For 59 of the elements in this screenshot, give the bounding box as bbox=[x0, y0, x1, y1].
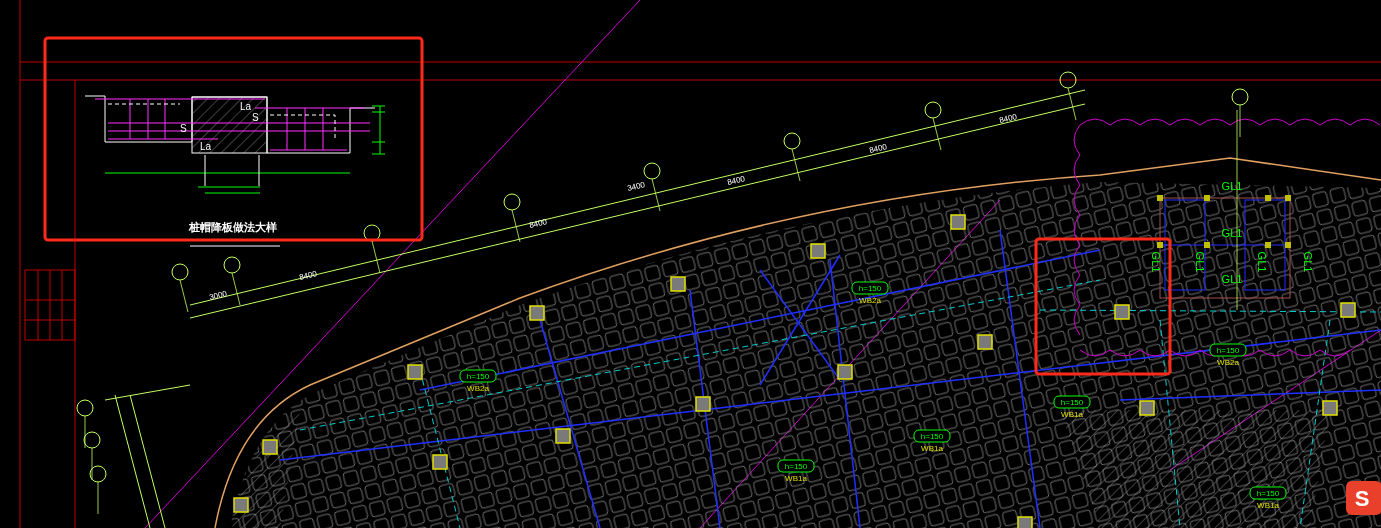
dimension-text: 8400 bbox=[528, 217, 548, 230]
detail-label: S bbox=[180, 123, 187, 134]
beam-label: GL1 bbox=[1194, 251, 1206, 273]
dimension-text: 8400 bbox=[726, 174, 746, 187]
column-marker bbox=[555, 428, 571, 444]
slab-height-text: h=150 bbox=[784, 462, 808, 471]
column-marker bbox=[432, 454, 448, 470]
column-marker bbox=[233, 497, 249, 513]
beam-label: GL1 bbox=[1221, 227, 1243, 239]
slab-height-text: h=150 bbox=[1216, 346, 1240, 355]
dimension-text: 8400 bbox=[998, 112, 1018, 125]
column-marker bbox=[1114, 304, 1130, 320]
slab-height-tag bbox=[1209, 343, 1247, 357]
column-marker bbox=[1017, 516, 1033, 528]
detail-title: 桩帽降板做法大样 bbox=[189, 221, 277, 233]
column-marker bbox=[1340, 302, 1356, 318]
column-marker bbox=[1139, 400, 1155, 416]
ime-badge-icon[interactable] bbox=[1346, 481, 1381, 515]
dimension-text: 3000 bbox=[208, 289, 228, 302]
slab-mark-text: WB1a bbox=[1061, 410, 1083, 419]
slab-height-tag bbox=[1249, 486, 1287, 500]
slab-height-tag bbox=[1053, 395, 1091, 409]
column-marker bbox=[262, 439, 278, 455]
dimension-text: 8400 bbox=[868, 142, 888, 155]
column-marker bbox=[837, 364, 853, 380]
beam-label: GL1 bbox=[1221, 180, 1243, 192]
beam-label: GL1 bbox=[1221, 273, 1243, 285]
dimension-text: 3400 bbox=[626, 180, 646, 193]
column-marker bbox=[1322, 400, 1338, 416]
detail-label: La bbox=[240, 101, 252, 112]
detail-label: S bbox=[252, 112, 259, 123]
column-marker bbox=[977, 334, 993, 350]
column-marker bbox=[407, 364, 423, 380]
beam-label: GL1 bbox=[1302, 251, 1314, 273]
slab-height-text: h=150 bbox=[1256, 489, 1280, 498]
slab-height-text: h=150 bbox=[1060, 398, 1084, 407]
slab-mark-text: WB1a bbox=[921, 444, 943, 453]
slab-height-text: h=150 bbox=[466, 372, 490, 381]
slab-height-tag bbox=[851, 281, 889, 295]
beam-label: GL1 bbox=[1150, 251, 1162, 273]
column-marker bbox=[529, 305, 545, 321]
slab-mark-text: WB2a bbox=[859, 296, 881, 305]
slab-mark-text: WB1a bbox=[1257, 501, 1279, 510]
ime-badge-text: S bbox=[1354, 486, 1370, 511]
slab-height-text: h=150 bbox=[858, 284, 882, 293]
dimension-text: 8400 bbox=[298, 269, 318, 282]
detail-label: La bbox=[200, 141, 212, 152]
column-marker bbox=[695, 396, 711, 412]
slab-height-text: h=150 bbox=[920, 432, 944, 441]
slab-height-tag bbox=[777, 459, 815, 473]
column-marker bbox=[670, 276, 686, 292]
column-marker bbox=[950, 214, 966, 230]
slab-mark-text: WB2a bbox=[1217, 358, 1239, 367]
slab-mark-text: WB2a bbox=[467, 384, 489, 393]
slab-mark-text: WB1a bbox=[785, 474, 807, 483]
slab-height-tag bbox=[913, 429, 951, 443]
beam-label: GL1 bbox=[1256, 251, 1268, 273]
slab-height-tag bbox=[459, 369, 497, 383]
column-marker bbox=[810, 243, 826, 259]
